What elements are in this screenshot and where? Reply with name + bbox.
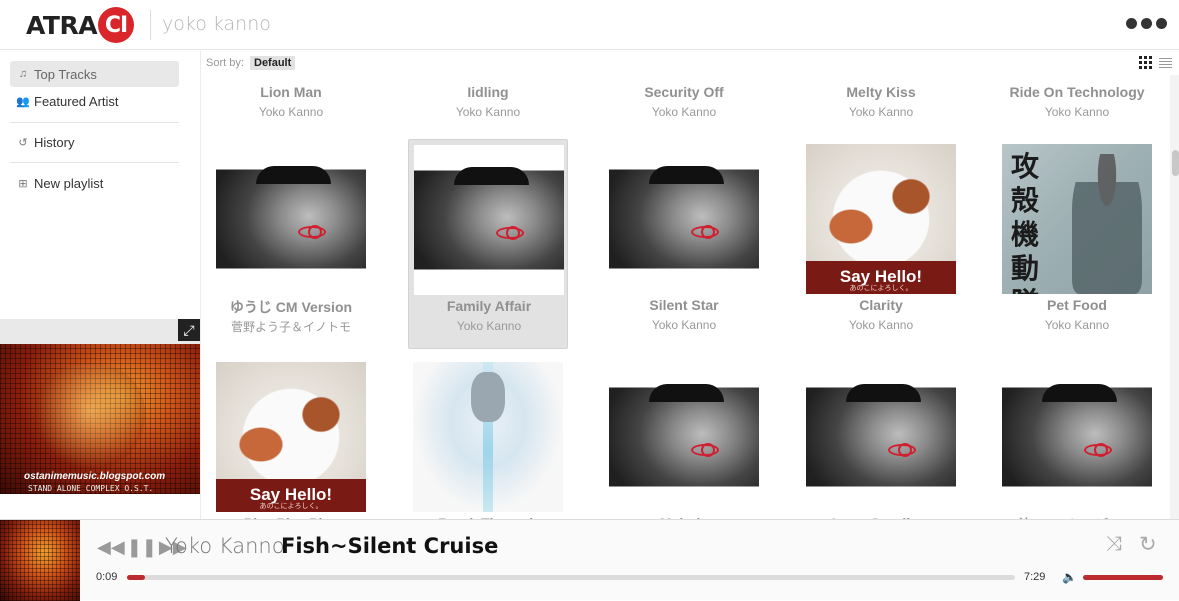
sidebar-divider <box>10 162 179 163</box>
album-art <box>414 145 564 295</box>
track-artist: Yoko Kanno <box>455 105 521 119</box>
app-header: ATRA CI yoko kanno <box>0 0 1179 50</box>
track-artist: 菅野よう子＆イノトモ <box>230 320 351 334</box>
track-tile[interactable]: Silent Star Yoko Kanno <box>604 139 764 349</box>
sidebar-item-history[interactable]: ↺ History <box>10 129 179 155</box>
album-art <box>413 362 563 512</box>
track-tile[interactable]: Melty Kiss Yoko Kanno <box>801 51 961 136</box>
track-artist: Yoko Kanno <box>651 105 717 119</box>
album-art <box>216 144 366 294</box>
sidebar-item-label: Featured Artist <box>34 93 119 109</box>
track-grid-panel: Sort by: Default Lion Man Yoko Kanno Iidli… <box>200 51 1179 519</box>
mini-player-artwork[interactable]: ostanimemusic.blogspot.com STAND ALONE C… <box>0 344 200 494</box>
album-art: Say Hello! あのこによろしく。 <box>806 144 956 294</box>
app-logo[interactable]: ATRA CI <box>26 7 135 43</box>
track-title: Pet Food <box>1047 297 1107 313</box>
elapsed-time: 0:09 <box>96 571 118 583</box>
sidebar-item-label: Top Tracks <box>34 66 97 82</box>
now-playing-title: Fish~Silent Cruise <box>281 534 499 558</box>
track-artist: Yoko Kanno <box>1044 318 1110 332</box>
list-view-icon[interactable] <box>1159 57 1172 68</box>
track-artist: Yoko Kanno <box>651 318 717 332</box>
track-tile[interactable]: Melody <box>604 357 764 519</box>
album-art: 攻殻機動隊 <box>1002 144 1152 294</box>
volume-icon[interactable]: 🔈 <box>1062 570 1077 584</box>
progress-fill <box>127 575 145 580</box>
track-artist: Yoko Kanno <box>848 105 914 119</box>
album-art <box>806 362 956 512</box>
shuffle-icon[interactable]: ⤨ <box>1106 533 1122 556</box>
artwork-subcaption: STAND ALONE COMPLEX O.S.T. <box>28 484 154 493</box>
track-tile[interactable]: 攻殻機動隊 Pet Food Yoko Kanno <box>997 139 1157 349</box>
track-tile[interactable]: Family Affair Yoko Kanno <box>408 139 568 349</box>
history-icon: ↺ <box>18 136 28 149</box>
users-icon: 👥 <box>16 95 30 108</box>
album-art: Say Hello! あのこによろしく。 <box>216 362 366 512</box>
track-title: Silent Star <box>649 297 719 313</box>
volume-fill <box>1083 575 1163 580</box>
sidebar-item-featured-artist[interactable]: 👥 Featured Artist <box>10 88 179 114</box>
duration-time: 7:29 <box>1024 571 1046 583</box>
track-artist: Yoko Kanno <box>456 319 522 333</box>
track-artist: Yoko Kanno <box>1044 105 1110 119</box>
track-artist: Yoko Kanno <box>848 318 914 332</box>
pause-icon[interactable]: ❚❚ <box>127 537 157 557</box>
track-title: Clarity <box>859 297 903 313</box>
scrollbar[interactable] <box>1170 75 1179 519</box>
previous-icon[interactable]: ◀◀ <box>97 537 125 557</box>
track-tile[interactable]: Iidling Yoko Kanno <box>408 51 568 136</box>
track-title: Family Affair <box>446 298 532 314</box>
track-tile[interactable]: Say Hello! あのこによろしく。 Clarity Yoko Kanno <box>801 139 961 349</box>
logo-text: ATRA <box>26 10 98 40</box>
now-playing-artist: Yoko Kanno <box>165 534 285 558</box>
sidebar-item-top-tracks[interactable]: ♫ Top Tracks <box>10 61 179 87</box>
album-art <box>609 362 759 512</box>
more-dots-icon[interactable] <box>1126 18 1167 29</box>
track-title: ゆうじ CM Version <box>229 299 353 315</box>
sidebar-item-label: History <box>34 134 75 150</box>
sidebar-item-new-playlist[interactable]: ⊞ New playlist <box>10 170 179 196</box>
volume-slider[interactable] <box>1083 575 1163 580</box>
track-tile[interactable]: ゆうじ CM Version 菅野よう子＆イノトモ <box>211 139 371 349</box>
album-art <box>609 144 759 294</box>
scroll-thumb[interactable] <box>1172 150 1179 176</box>
mini-player: ⤢ ostanimemusic.blogspot.com STAND ALONE… <box>0 319 200 494</box>
sidebar-item-label: New playlist <box>34 175 104 191</box>
track-tile[interactable]: Long Goodbye <box>801 357 961 519</box>
expand-icon[interactable]: ⤢ <box>178 319 200 341</box>
track-tile[interactable]: Lion Man Yoko Kanno <box>211 51 371 136</box>
plus-square-icon: ⊞ <box>18 177 28 190</box>
sidebar-divider <box>10 122 179 123</box>
artwork-caption: ostanimemusic.blogspot.com <box>24 471 166 482</box>
track-tile[interactable]: 彼100%トレビアン <box>997 357 1157 519</box>
track-tile[interactable]: Break Through <box>408 357 568 519</box>
player-bar: ◀◀ ❚❚ ▶▶ Yoko Kanno Fish~Silent Cruise 0… <box>0 519 1179 601</box>
now-playing-cover[interactable] <box>0 520 80 601</box>
header-divider <box>150 10 151 40</box>
track-tile[interactable]: Security Off Yoko Kanno <box>604 51 764 136</box>
music-note-icon: ♫ <box>18 68 28 80</box>
album-art <box>1002 362 1152 512</box>
search-input[interactable]: yoko kanno <box>162 13 271 35</box>
progress-bar[interactable] <box>127 575 1015 580</box>
track-tile[interactable]: Say Hello!あのこによろしく。Play Play Play <box>211 357 371 519</box>
repeat-icon[interactable]: ↻ <box>1139 532 1157 557</box>
logo-circle: CI <box>98 7 135 43</box>
track-artist: Yoko Kanno <box>258 105 324 119</box>
track-tile[interactable]: Ride On Technology Yoko Kanno <box>997 51 1157 136</box>
sidebar: ♫ Top Tracks 👥 Featured Artist ↺ History… <box>0 51 199 319</box>
